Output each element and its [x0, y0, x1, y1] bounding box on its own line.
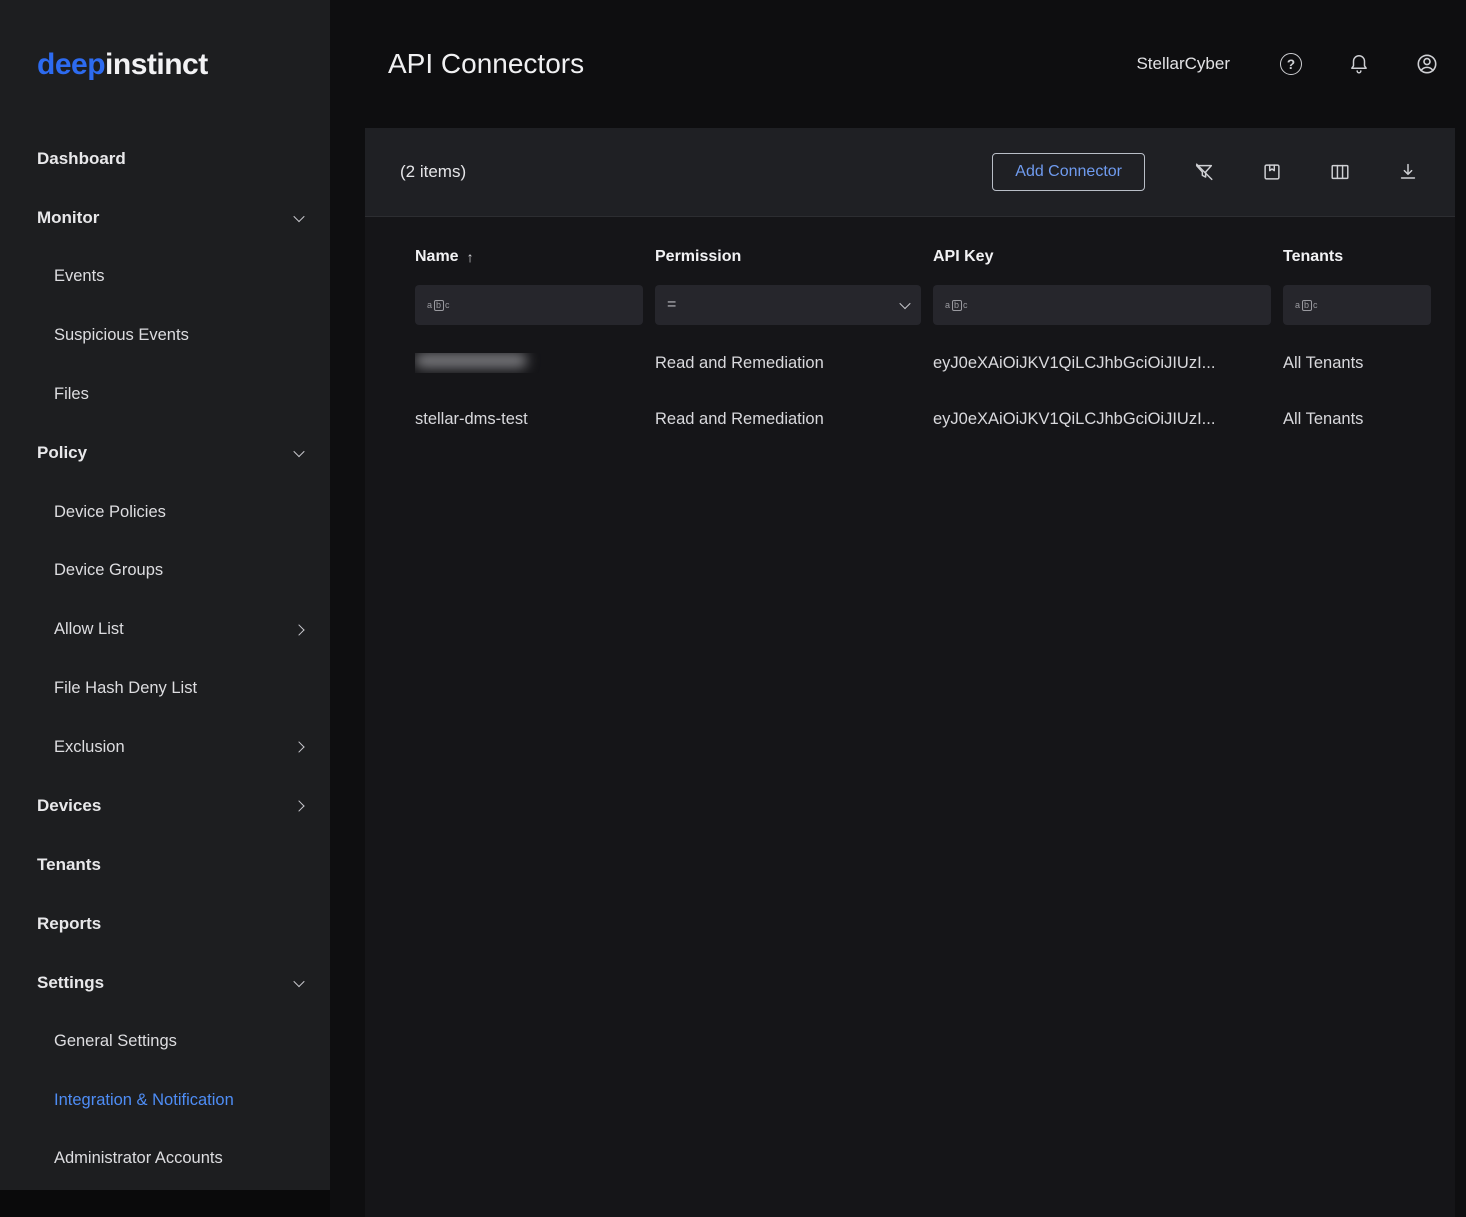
connector-api-key: eyJ0eXAiOiJKV1QiLCJhbGciOiJIUzI... [933, 410, 1283, 429]
connector-name: stellar-dms-test [415, 410, 655, 429]
sidebar-nav: Dashboard Monitor Events Suspicious Even… [0, 130, 330, 1188]
top-bar: API Connectors StellarCyber ? [330, 0, 1466, 128]
connectors-table: Name ↑ Permission API Key Tenants abc = [365, 217, 1455, 447]
app-root: deepinstinct Dashboard Monitor Events Su… [0, 0, 1466, 1217]
sidebar-item-devices[interactable]: Devices [0, 777, 330, 836]
connector-tenants: All Tenants [1283, 410, 1443, 429]
table-filter-row: abc = abc abc [415, 275, 1443, 335]
connector-permission: Read and Remediation [655, 410, 933, 429]
sidebar: deepinstinct Dashboard Monitor Events Su… [0, 0, 330, 1190]
sidebar-item-monitor[interactable]: Monitor [0, 189, 330, 248]
text-filter-icon: abc [1295, 300, 1318, 311]
name-filter-input[interactable]: abc [415, 285, 643, 325]
page-title: API Connectors [388, 48, 1136, 80]
logo-deep: deep [37, 48, 105, 81]
text-filter-icon: abc [427, 300, 450, 311]
redacted-blur [415, 353, 527, 368]
clear-filter-icon[interactable] [1191, 159, 1217, 185]
tenant-name: StellarCyber [1136, 54, 1230, 74]
text-filter-icon: abc [945, 300, 968, 311]
chevron-right-icon [293, 624, 304, 635]
deepinstinct-logo[interactable]: deepinstinct [0, 0, 330, 130]
tenants-filter-input[interactable]: abc [1283, 285, 1431, 325]
sidebar-item-device-groups[interactable]: Device Groups [0, 542, 330, 601]
table-row[interactable]: stellar-dms-test Read and Remediation ey… [415, 391, 1443, 447]
add-connector-button[interactable]: Add Connector [992, 153, 1145, 191]
items-count: (2 items) [400, 162, 992, 182]
chevron-down-icon [293, 975, 304, 986]
api-connectors-panel: (2 items) Add Connector [365, 128, 1455, 1217]
main-area: API Connectors StellarCyber ? (2 items) … [330, 0, 1466, 1217]
sidebar-item-integration-notification[interactable]: Integration & Notification [0, 1071, 330, 1130]
column-header-api-key[interactable]: API Key [933, 239, 1283, 275]
table-toolbar: (2 items) Add Connector [365, 128, 1455, 217]
api-key-filter-input[interactable]: abc [933, 285, 1271, 325]
connector-name-redacted [415, 353, 655, 373]
sidebar-item-device-policies[interactable]: Device Policies [0, 483, 330, 542]
sidebar-item-file-hash-deny-list[interactable]: File Hash Deny List [0, 659, 330, 718]
columns-icon[interactable] [1327, 159, 1353, 185]
connector-permission: Read and Remediation [655, 354, 933, 373]
table-row[interactable]: Read and Remediation eyJ0eXAiOiJKV1QiLCJ… [415, 335, 1443, 391]
chevron-right-icon [293, 800, 304, 811]
sidebar-item-suspicious-events[interactable]: Suspicious Events [0, 306, 330, 365]
sidebar-item-exclusion[interactable]: Exclusion [0, 718, 330, 777]
help-icon[interactable]: ? [1278, 51, 1304, 77]
chevron-down-icon [293, 211, 304, 222]
sidebar-item-tenants[interactable]: Tenants [0, 836, 330, 895]
chevron-down-icon [293, 446, 304, 457]
sidebar-item-general-settings[interactable]: General Settings [0, 1012, 330, 1071]
bell-icon[interactable] [1346, 51, 1372, 77]
download-icon[interactable] [1395, 159, 1421, 185]
column-header-name[interactable]: Name ↑ [415, 239, 655, 275]
sidebar-item-reports[interactable]: Reports [0, 894, 330, 953]
sort-asc-icon[interactable]: ↑ [467, 249, 474, 265]
equals-operator: = [667, 296, 901, 314]
saved-views-icon[interactable] [1259, 159, 1285, 185]
sidebar-item-allow-list[interactable]: Allow List [0, 600, 330, 659]
sidebar-item-policy[interactable]: Policy [0, 424, 330, 483]
sidebar-item-dashboard[interactable]: Dashboard [0, 130, 330, 189]
permission-filter-select[interactable]: = [655, 285, 921, 325]
sidebar-item-files[interactable]: Files [0, 365, 330, 424]
connector-api-key: eyJ0eXAiOiJKV1QiLCJhbGciOiJIUzI... [933, 354, 1283, 373]
column-header-permission[interactable]: Permission [655, 239, 933, 275]
column-header-tenants[interactable]: Tenants [1283, 239, 1443, 275]
table-header-row: Name ↑ Permission API Key Tenants [415, 217, 1443, 275]
sidebar-item-settings[interactable]: Settings [0, 953, 330, 1012]
logo-instinct: instinct [105, 48, 208, 81]
chevron-down-icon [899, 298, 910, 309]
sidebar-item-events[interactable]: Events [0, 248, 330, 307]
connector-tenants: All Tenants [1283, 354, 1443, 373]
chevron-right-icon [293, 742, 304, 753]
user-account-icon[interactable] [1414, 51, 1440, 77]
sidebar-item-administrator-accounts[interactable]: Administrator Accounts [0, 1130, 330, 1189]
